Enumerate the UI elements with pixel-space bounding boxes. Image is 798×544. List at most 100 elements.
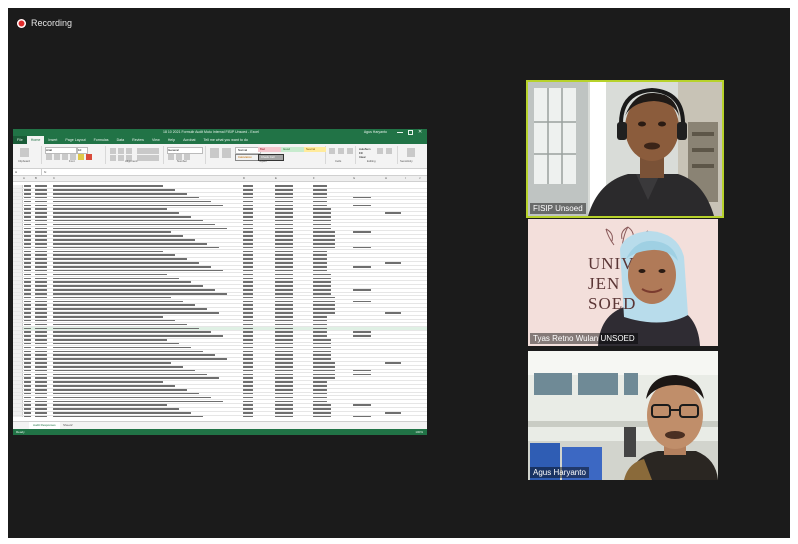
cell-text[interactable] — [53, 250, 163, 253]
cell-text[interactable] — [53, 346, 191, 349]
cell-text[interactable] — [35, 235, 47, 237]
cell-text[interactable] — [53, 315, 163, 318]
cell-text[interactable] — [313, 327, 327, 330]
cell-text[interactable] — [313, 365, 335, 368]
row-number[interactable] — [13, 354, 23, 357]
tab-insert[interactable]: Insert — [44, 136, 61, 144]
row-number[interactable] — [13, 265, 23, 269]
cell-text[interactable] — [24, 285, 31, 287]
close-icon[interactable]: ✕ — [418, 129, 424, 135]
cell-text[interactable] — [24, 262, 31, 264]
row-number[interactable] — [13, 350, 23, 354]
cell-text[interactable] — [313, 312, 335, 314]
cell-text[interactable] — [313, 219, 331, 222]
row-number[interactable] — [13, 331, 23, 334]
cell-text[interactable] — [24, 392, 31, 395]
cell-text[interactable] — [53, 300, 183, 303]
cell-text[interactable] — [35, 312, 47, 314]
cell-text[interactable] — [24, 246, 31, 249]
cell-text[interactable] — [35, 192, 47, 195]
row-number[interactable] — [13, 411, 23, 415]
cell-text[interactable] — [275, 296, 293, 299]
cell-text[interactable] — [53, 331, 211, 333]
cell-text[interactable] — [243, 392, 253, 395]
cell-text[interactable] — [313, 342, 331, 345]
cell-text[interactable] — [313, 204, 327, 207]
cell-text[interactable] — [35, 346, 47, 349]
row-number[interactable] — [13, 388, 23, 392]
cell-text[interactable] — [35, 262, 47, 264]
cell-text[interactable] — [35, 219, 47, 222]
cell-text[interactable] — [24, 327, 31, 330]
cell-text[interactable] — [275, 300, 293, 303]
cell-text[interactable] — [53, 335, 223, 337]
cell-text[interactable] — [313, 358, 331, 360]
cell-text[interactable] — [35, 296, 47, 299]
cell-text[interactable] — [313, 319, 327, 322]
row-number[interactable] — [13, 211, 23, 215]
cell-text[interactable] — [243, 369, 253, 372]
cell-text[interactable] — [353, 404, 371, 406]
cell-text[interactable] — [275, 342, 293, 345]
cell-text[interactable] — [53, 412, 191, 414]
row-number[interactable] — [13, 373, 23, 377]
row-number[interactable] — [13, 342, 23, 346]
cell-text[interactable] — [35, 350, 47, 353]
row-number[interactable] — [13, 415, 23, 417]
tab-help[interactable]: Help — [164, 136, 179, 144]
cell-text[interactable] — [24, 250, 31, 253]
cell-text[interactable] — [313, 285, 331, 287]
cell-text[interactable] — [385, 262, 401, 264]
cell-text[interactable] — [353, 204, 371, 207]
cell-text[interactable] — [313, 208, 331, 210]
cell-text[interactable] — [35, 373, 47, 376]
tell-me-search[interactable]: Tell me what you want to do — [199, 136, 251, 144]
style-neutral[interactable]: Neutral — [304, 147, 326, 152]
row-number[interactable] — [13, 277, 23, 281]
cell-text[interactable] — [275, 246, 293, 249]
cell-text[interactable] — [35, 185, 47, 187]
cell-text[interactable] — [243, 185, 253, 187]
cell-text[interactable] — [53, 319, 175, 322]
cell-text[interactable] — [313, 281, 331, 283]
cell-text[interactable] — [35, 304, 47, 307]
cell-text[interactable] — [53, 392, 199, 395]
cell-text[interactable] — [53, 285, 203, 287]
cell-text[interactable] — [313, 192, 327, 195]
cell-text[interactable] — [243, 335, 253, 337]
row-number[interactable] — [13, 381, 23, 384]
cell-text[interactable] — [275, 216, 293, 218]
cell-text[interactable] — [24, 385, 31, 387]
cell-text[interactable] — [53, 235, 183, 237]
cell-text[interactable] — [53, 231, 171, 234]
find-select-icon[interactable] — [386, 148, 392, 154]
cell-text[interactable] — [24, 312, 31, 314]
row-number[interactable] — [13, 308, 23, 311]
cell-text[interactable] — [53, 204, 223, 207]
cell-text[interactable] — [313, 350, 331, 353]
cell-text[interactable] — [243, 385, 253, 387]
cell-text[interactable] — [243, 327, 253, 330]
cell-text[interactable] — [53, 185, 163, 187]
row-number[interactable] — [13, 404, 23, 407]
column-header[interactable]: I — [405, 176, 406, 181]
row-number[interactable] — [13, 215, 23, 219]
cell-text[interactable] — [35, 200, 47, 203]
cell-text[interactable] — [313, 415, 331, 417]
cell-text[interactable] — [243, 350, 253, 353]
cell-text[interactable] — [353, 415, 371, 417]
format-cells-icon[interactable] — [347, 148, 353, 154]
cell-text[interactable] — [35, 408, 47, 410]
cell-text[interactable] — [53, 246, 219, 249]
cell-text[interactable] — [53, 223, 215, 226]
cell-text[interactable] — [243, 289, 253, 291]
cell-text[interactable] — [24, 346, 31, 349]
cell-text[interactable] — [353, 246, 371, 249]
cell-text[interactable] — [243, 292, 253, 295]
paste-icon[interactable] — [20, 148, 29, 157]
align-left-icon[interactable] — [110, 155, 116, 161]
cell-text[interactable] — [53, 312, 219, 314]
cell-text[interactable] — [313, 304, 335, 307]
cell-text[interactable] — [243, 304, 253, 307]
cell-text[interactable] — [275, 192, 293, 195]
